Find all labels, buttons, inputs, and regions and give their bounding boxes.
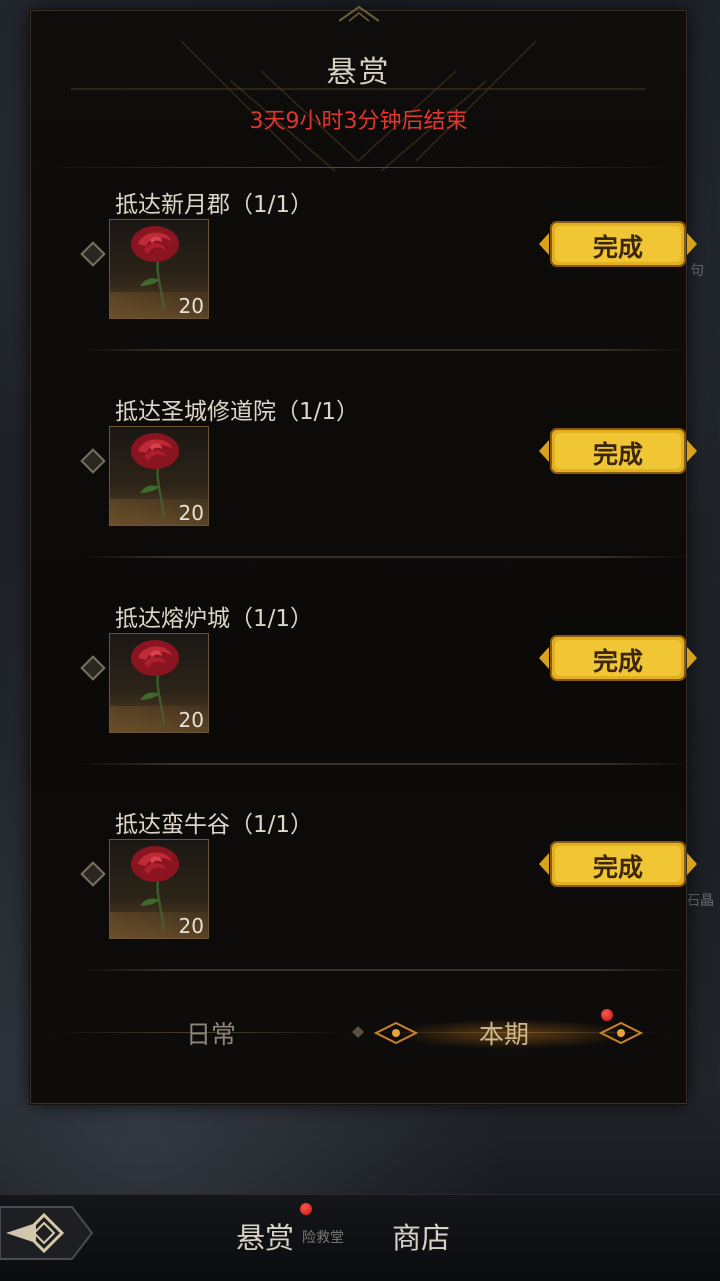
task-row: 抵达新月郡（1/1） 20 完成	[79, 171, 697, 351]
complete-button-label: 完成	[592, 440, 643, 469]
countdown-text: 3天9小时3分钟后结束	[249, 109, 468, 134]
nav-bounty[interactable]: 悬赏	[236, 1215, 294, 1257]
task-divider	[79, 349, 689, 351]
diamond-icon	[80, 655, 106, 681]
tab-daily[interactable]: 日常	[186, 1015, 236, 1051]
ornament-right-icon	[598, 1021, 644, 1045]
task-row: 抵达蛮牛谷（1/1） 20 完成	[79, 791, 697, 971]
task-divider	[79, 969, 689, 971]
diamond-icon	[80, 241, 106, 267]
header-divider	[31, 167, 686, 168]
item-quantity: 20	[178, 294, 204, 318]
background-text-right-2: 石晶	[686, 893, 714, 909]
task-row: 抵达熔炉城（1/1） 20 完成	[79, 585, 697, 765]
back-arrow-icon	[0, 1206, 94, 1260]
reward-item[interactable]: 20	[109, 633, 209, 733]
task-name: 抵达新月郡（1/1）	[115, 192, 314, 218]
task-divider	[79, 556, 689, 558]
reward-item[interactable]: 20	[109, 219, 209, 319]
task-name: 抵达蛮牛谷（1/1）	[115, 812, 314, 838]
complete-button[interactable]: 完成	[539, 219, 697, 269]
notification-dot	[601, 1009, 613, 1021]
item-quantity: 20	[178, 914, 204, 938]
bounty-panel: 悬赏 3天9小时3分钟后结束 抵达新月郡（1/1） 20 完成 抵达圣城修道院（…	[30, 5, 697, 1104]
reward-item[interactable]: 20	[109, 839, 209, 939]
panel-title: 悬赏	[326, 55, 391, 90]
diamond-icon	[80, 448, 106, 474]
task-name: 抵达熔炉城（1/1）	[115, 606, 314, 632]
task-row: 抵达圣城修道院（1/1） 20 完成	[79, 378, 697, 558]
complete-button[interactable]: 完成	[539, 839, 697, 889]
ornament-left-icon	[373, 1021, 419, 1045]
period-tabs: 日常 本期	[31, 1001, 686, 1061]
task-divider	[79, 763, 689, 765]
complete-button-label: 完成	[592, 853, 643, 882]
top-ornament-icon	[338, 5, 379, 22]
complete-button[interactable]: 完成	[539, 633, 697, 683]
back-button[interactable]	[0, 1201, 96, 1265]
task-name: 抵达圣城修道院（1/1）	[115, 399, 360, 425]
item-quantity: 20	[178, 708, 204, 732]
nav-bounty-subtitle: 险救堂	[302, 1230, 344, 1246]
diamond-icon	[80, 861, 106, 887]
diamond-icon	[352, 1026, 364, 1038]
complete-button-label: 完成	[592, 233, 643, 262]
notification-dot	[300, 1203, 312, 1215]
tab-current-period[interactable]: 本期	[479, 1015, 529, 1051]
complete-button[interactable]: 完成	[539, 426, 697, 476]
bottom-nav: 悬赏 险救堂 商店	[0, 1194, 720, 1281]
complete-button-label: 完成	[592, 647, 643, 676]
item-quantity: 20	[178, 501, 204, 525]
reward-item[interactable]: 20	[109, 426, 209, 526]
nav-shop[interactable]: 商店	[392, 1215, 450, 1257]
header-ornament	[71, 40, 646, 171]
